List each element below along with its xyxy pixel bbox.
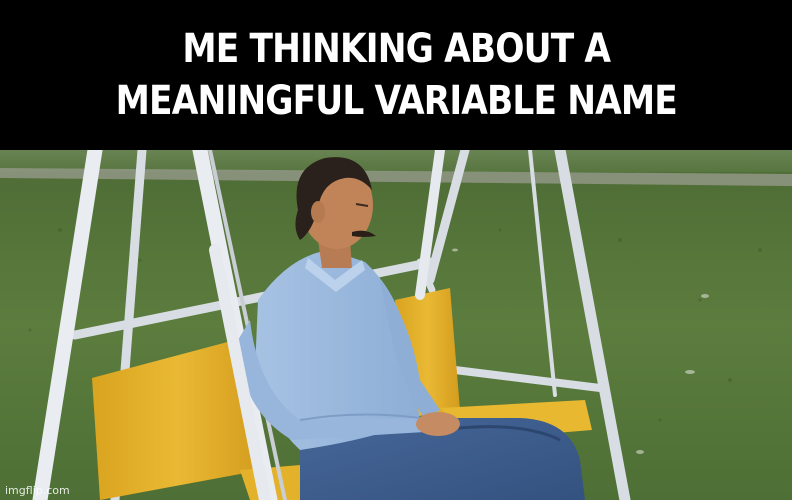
photo-man-on-swing xyxy=(0,150,792,500)
imgflip-watermark: imgflip.com xyxy=(5,484,70,497)
meme-image: ME THINKING ABOUT A MEANINGFUL VARIABLE … xyxy=(0,0,792,500)
meme-caption: ME THINKING ABOUT A MEANINGFUL VARIABLE … xyxy=(115,23,677,127)
caption-band: ME THINKING ABOUT A MEANINGFUL VARIABLE … xyxy=(0,0,792,150)
caption-line-1: ME THINKING ABOUT A xyxy=(182,26,611,72)
caption-line-2: MEANINGFUL VARIABLE NAME xyxy=(115,78,677,124)
